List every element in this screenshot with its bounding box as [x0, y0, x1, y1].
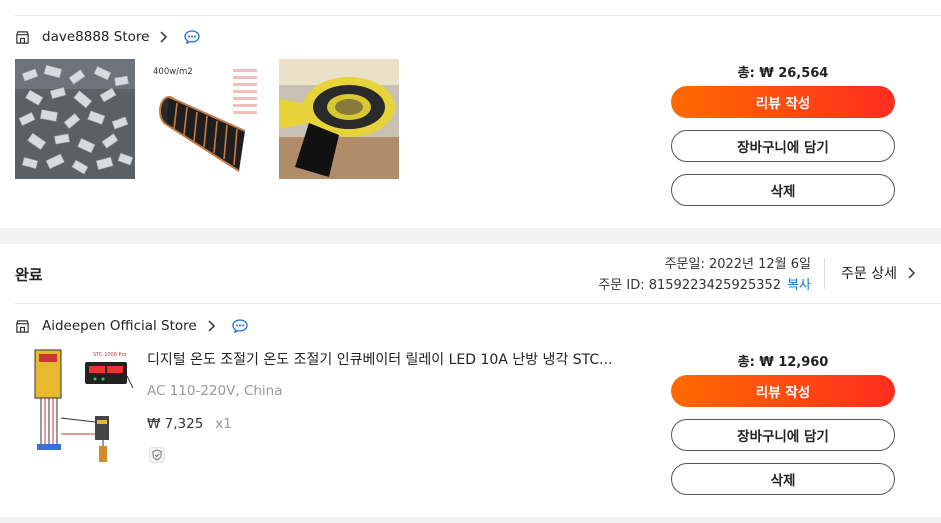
- svg-text:STC-1000 Pro: STC-1000 Pro: [93, 352, 126, 358]
- order-total: 총: ₩ 12,960: [737, 355, 829, 370]
- product-sku: AC 110-220V, China: [147, 383, 283, 399]
- divider: [15, 15, 941, 16]
- product-image-silver-parts[interactable]: [15, 59, 135, 179]
- write-review-button[interactable]: 리뷰 작성: [671, 375, 895, 407]
- product-price-row: ₩ 7,325 x1: [147, 416, 232, 432]
- order-detail-label[interactable]: 주문 상세: [841, 263, 897, 283]
- store-name[interactable]: dave8888 Store: [42, 29, 149, 45]
- store-name[interactable]: Aideepen Official Store: [42, 318, 197, 334]
- store-row[interactable]: dave8888 Store: [15, 27, 201, 47]
- divider: [824, 258, 825, 289]
- product-price: ₩ 7,325: [147, 416, 204, 432]
- write-review-button[interactable]: 리뷰 작성: [671, 86, 895, 118]
- delete-button[interactable]: 삭제: [671, 174, 895, 206]
- chevron-right-icon[interactable]: [159, 31, 168, 43]
- add-to-cart-button[interactable]: 장바구니에 담기: [671, 419, 895, 451]
- svg-text:400w/m2: 400w/m2: [153, 67, 193, 77]
- chat-icon[interactable]: [232, 319, 248, 333]
- order-meta: 주문일: 2022년 12월 6일 주문 ID: 815922342592535…: [598, 254, 811, 296]
- product-title[interactable]: 디지털 온도 조절기 온도 조절기 인큐베이터 릴레이 LED 10A 난방 냉…: [147, 349, 613, 369]
- product-image-yellow-tape[interactable]: [279, 59, 399, 179]
- store-icon: [16, 30, 29, 44]
- order-date: 주문일: 2022년 12월 6일: [664, 257, 811, 272]
- order-id-row: 주문 ID: 8159223425925352 복사: [598, 275, 811, 296]
- order-status: 완료: [15, 266, 43, 284]
- order-detail-link[interactable]: 주문 상세: [841, 263, 916, 283]
- chevron-right-icon[interactable]: [207, 320, 216, 332]
- add-to-cart-button[interactable]: 장바구니에 담기: [671, 130, 895, 162]
- product-quantity: x1: [215, 416, 232, 432]
- product-image-heating-film[interactable]: 400w/m2: [147, 59, 267, 179]
- shield-check-icon: [149, 447, 165, 463]
- product-image-thermostat[interactable]: STC-1000 Pro: [15, 348, 135, 468]
- order-card-2: 완료 주문일: 2022년 12월 6일 주문 ID: 815922342592…: [0, 244, 941, 517]
- order-total: 총: ₩ 26,564: [737, 66, 829, 81]
- store-icon: [16, 319, 29, 333]
- divider: [15, 303, 941, 304]
- copy-id-link[interactable]: 복사: [787, 278, 811, 293]
- order-card-1: dave8888 Store 400w/m2 총: ₩ 26,564 리뷰 작성…: [0, 0, 941, 228]
- chat-icon[interactable]: [184, 30, 201, 44]
- store-row[interactable]: Aideepen Official Store: [15, 316, 248, 336]
- delete-button[interactable]: 삭제: [671, 463, 895, 495]
- order-id: 주문 ID: 8159223425925352: [598, 278, 782, 293]
- chevron-right-icon[interactable]: [907, 267, 916, 279]
